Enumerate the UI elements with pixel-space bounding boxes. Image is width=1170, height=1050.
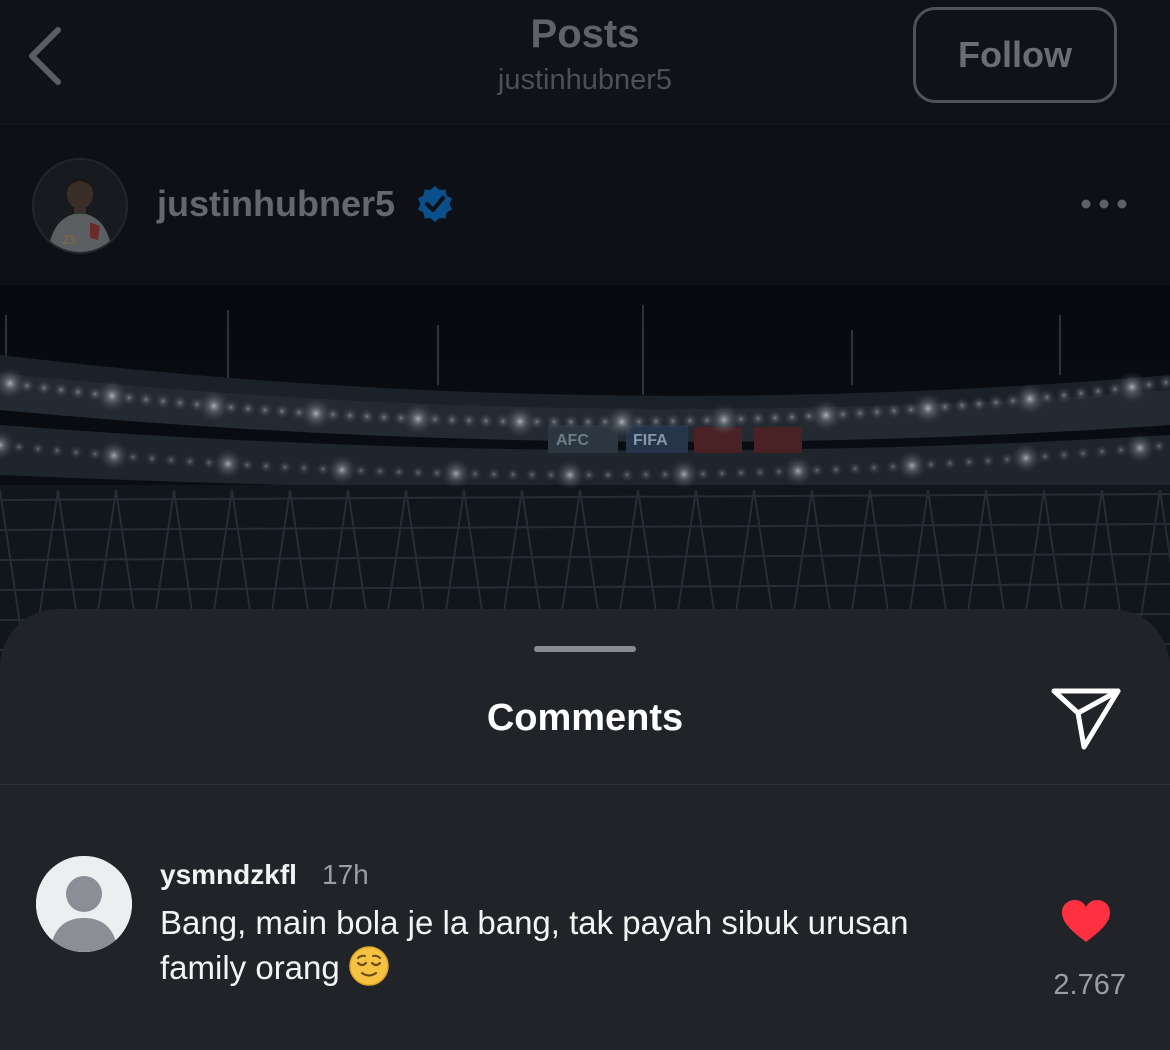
top-navigation-bar: Posts justinhubner5 Follow (0, 0, 1170, 125)
post-author-row: 23 justinhubner5 (0, 125, 1170, 285)
verified-badge-icon (418, 186, 452, 222)
jersey-number: 23 (62, 233, 76, 247)
comment-timestamp: 17h (322, 859, 369, 890)
comment-text: Bang, main bola je la bang, tak payah si… (160, 904, 909, 986)
commenter-username[interactable]: ysmndzkfl (160, 859, 297, 891)
follow-button[interactable]: Follow (913, 7, 1117, 103)
sheet-divider (0, 784, 1170, 785)
more-options-icon[interactable] (1078, 196, 1130, 212)
author-username[interactable]: justinhubner5 (157, 183, 395, 225)
sheet-drag-handle[interactable] (534, 646, 636, 652)
comment-like-count: 2.767 (1053, 969, 1126, 1001)
relieved-face-emoji-icon (349, 946, 389, 986)
commenter-avatar[interactable] (36, 856, 132, 952)
banner-fifa-text: FIFA (633, 432, 668, 449)
paper-plane-icon[interactable] (1050, 685, 1122, 751)
author-avatar-photo: 23 (34, 160, 126, 252)
author-avatar[interactable]: 23 (32, 158, 128, 254)
banner-afc-text: AFC (556, 432, 589, 449)
comments-bottom-sheet: Comments ysmndzkfl 17h Bang, main bola j… (0, 609, 1170, 1050)
comment-item: ysmndzkfl 17h Bang, main bola je la bang… (0, 849, 1170, 1039)
comment-body: Bang, main bola je la bang, tak payah si… (160, 901, 940, 990)
heart-filled-icon[interactable] (1060, 898, 1112, 944)
comments-title: Comments (486, 697, 684, 739)
person-silhouette-icon (36, 856, 132, 952)
